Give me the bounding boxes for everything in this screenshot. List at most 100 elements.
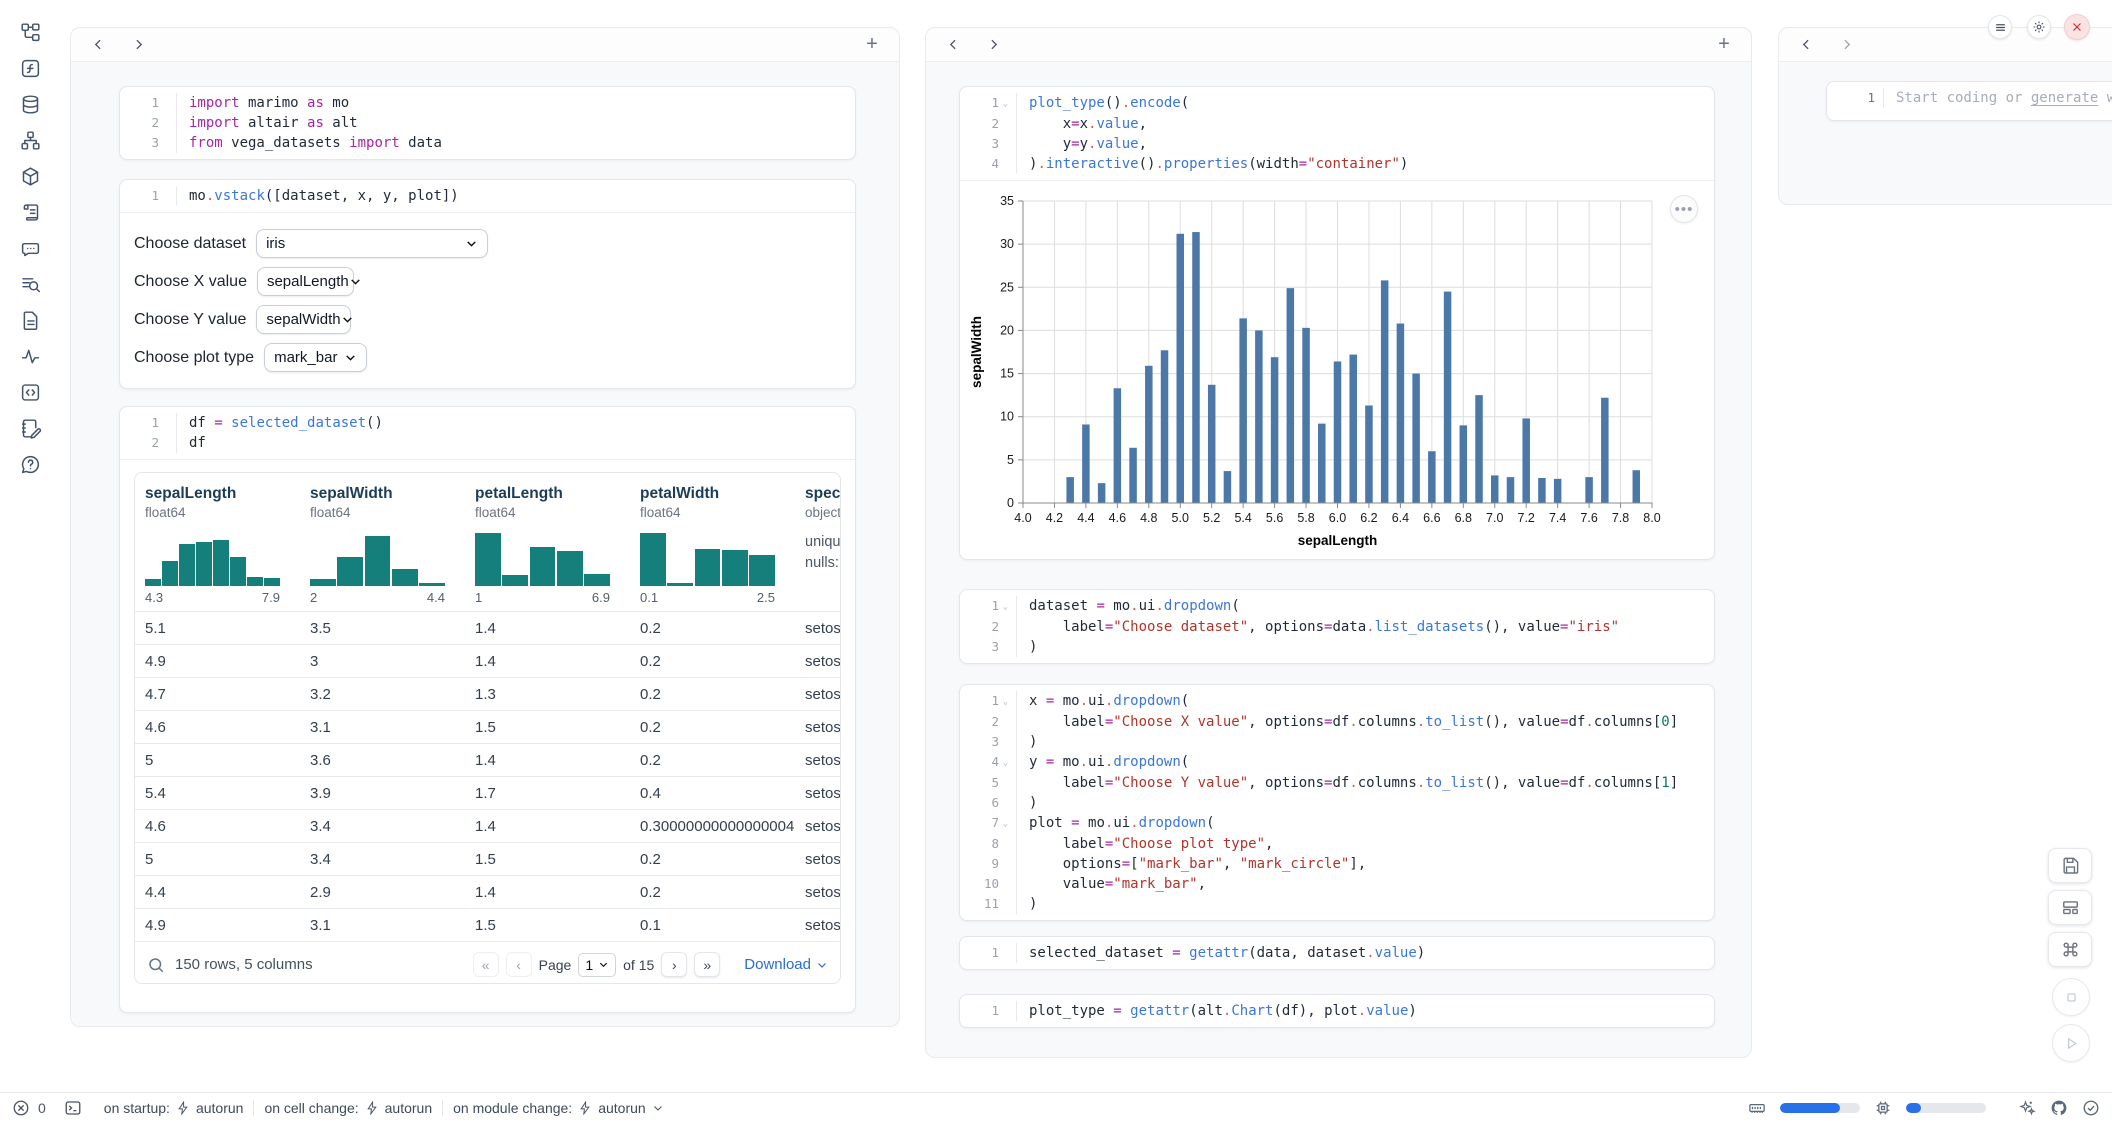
settings-button[interactable] xyxy=(2027,15,2051,39)
code-line[interactable]: label="Choose Y value", options=df.colum… xyxy=(1016,773,1704,793)
code-line[interactable]: dataset = mo.ui.dropdown( xyxy=(1016,596,1704,617)
table-row[interactable]: 53.41.50.2setosa xyxy=(135,842,840,875)
table-row[interactable]: 4.73.21.30.2setosa xyxy=(135,677,840,710)
download-button[interactable]: Download xyxy=(744,956,828,973)
code-line[interactable]: value="mark_bar", xyxy=(1016,874,1704,894)
code-line[interactable]: import marimo as mo xyxy=(176,93,845,113)
table-row[interactable]: 5.43.91.70.4setosa xyxy=(135,776,840,809)
chatbot-icon[interactable] xyxy=(20,238,41,259)
code-line[interactable]: df xyxy=(176,433,845,453)
scroll-icon[interactable] xyxy=(20,202,41,223)
code-editor-imports[interactable]: 1import marimo as mo2import altair as al… xyxy=(120,87,855,159)
code-line[interactable]: ) xyxy=(1016,793,1704,813)
code-line[interactable]: selected_dataset = getattr(data, dataset… xyxy=(1016,943,1704,963)
code-editor-vstack[interactable]: 1mo.vstack([dataset, x, y, plot]) xyxy=(120,180,855,212)
table-row[interactable]: 4.42.91.40.2setosa xyxy=(135,875,840,908)
snippets-icon[interactable] xyxy=(20,382,41,403)
runtime-setting-on-startup[interactable]: on startup:autorun xyxy=(94,1100,254,1116)
code-line[interactable]: ).interactive().properties(width="contai… xyxy=(1016,154,1704,174)
cell-dataset-dropdown[interactable]: 1⌄dataset = mo.ui.dropdown(2 label="Choo… xyxy=(959,589,1715,664)
bar-chart[interactable]: 4.04.24.44.64.85.05.25.45.65.86.06.26.46… xyxy=(960,185,1714,557)
run-all-button[interactable] xyxy=(2052,1024,2090,1062)
code-editor-plot[interactable]: 1⌄plot_type().encode(2 x=x.value,3 y=y.v… xyxy=(960,87,1714,180)
next-page-button[interactable]: › xyxy=(661,952,687,977)
column-next-button[interactable] xyxy=(125,32,151,58)
ai-sparkles-button[interactable] xyxy=(2018,1099,2036,1117)
list-search-icon[interactable] xyxy=(20,274,41,295)
activity-icon[interactable] xyxy=(20,346,41,367)
code-line[interactable]: mo.vstack([dataset, x, y, plot]) xyxy=(176,186,845,206)
code-line[interactable]: label="Choose dataset", options=data.lis… xyxy=(1016,617,1704,637)
last-page-button[interactable]: » xyxy=(694,952,720,977)
ram-usage-meter[interactable] xyxy=(1780,1103,1860,1113)
dependency-graph-icon[interactable] xyxy=(20,130,41,151)
cell-plot[interactable]: 1⌄plot_type().encode(2 x=x.value,3 y=y.v… xyxy=(959,86,1715,560)
code-line[interactable]: x = mo.ui.dropdown( xyxy=(1016,691,1704,712)
github-button[interactable] xyxy=(2050,1099,2068,1117)
code-editor-plot-type[interactable]: 1plot_type = getattr(alt.Chart(df), plot… xyxy=(960,995,1714,1027)
code-line[interactable]: ) xyxy=(1016,637,1704,657)
column-header-sepalWidth[interactable]: sepalWidthfloat6424.4 xyxy=(300,485,465,605)
cell-vstack[interactable]: 1mo.vstack([dataset, x, y, plot]) Choose… xyxy=(119,179,856,389)
table-row[interactable]: 4.931.40.2setosa xyxy=(135,644,840,677)
help-icon[interactable] xyxy=(20,454,41,475)
column-header-petalLength[interactable]: petalLengthfloat6416.9 xyxy=(465,485,630,605)
code-editor-dataframe[interactable]: 1df = selected_dataset()2df xyxy=(120,407,855,459)
choose-x-value-select[interactable]: sepalLength xyxy=(257,267,354,296)
runtime-setting-on-module-change[interactable]: on module change:autorun xyxy=(443,1100,674,1116)
command-palette-button[interactable] xyxy=(2048,932,2092,967)
code-line[interactable]: x=x.value, xyxy=(1016,114,1704,134)
code-line[interactable]: plot_type = getattr(alt.Chart(df), plot.… xyxy=(1016,1001,1704,1021)
cell-imports[interactable]: 1import marimo as mo2import altair as al… xyxy=(119,86,856,160)
code-line[interactable]: ) xyxy=(1016,732,1704,752)
stop-all-button[interactable] xyxy=(2052,978,2090,1016)
column-next-button[interactable] xyxy=(980,32,1006,58)
layout-toggle-button[interactable] xyxy=(2048,890,2092,925)
table-row[interactable]: 4.93.11.50.1setosa xyxy=(135,908,840,941)
first-page-button[interactable]: « xyxy=(473,952,499,977)
code-line[interactable]: df = selected_dataset() xyxy=(176,413,845,433)
code-line[interactable]: y = mo.ui.dropdown( xyxy=(1016,752,1704,773)
code-editor-dataset[interactable]: 1⌄dataset = mo.ui.dropdown(2 label="Choo… xyxy=(960,590,1714,663)
terminal-button[interactable] xyxy=(64,1099,82,1117)
function-square-icon[interactable] xyxy=(20,58,41,79)
column-next-button[interactable] xyxy=(1833,32,1859,58)
column-prev-button[interactable] xyxy=(940,32,966,58)
code-line[interactable]: options=["mark_bar", "mark_circle"], xyxy=(1016,854,1704,874)
choose-dataset-select[interactable]: iris xyxy=(256,229,488,258)
code-line[interactable]: from vega_datasets import data xyxy=(176,133,845,153)
column-prev-button[interactable] xyxy=(1793,32,1819,58)
choose-plot-type-select[interactable]: mark_bar xyxy=(264,343,367,372)
connection-status-icon[interactable] xyxy=(2082,1099,2100,1117)
code-line[interactable]: label="Choose plot type", xyxy=(1016,834,1704,854)
cpu-usage-meter[interactable] xyxy=(1906,1103,1986,1113)
column-header-sepalLength[interactable]: sepalLengthfloat644.37.9 xyxy=(135,485,300,605)
code-line[interactable]: y=y.value, xyxy=(1016,134,1704,154)
choose-y-value-select[interactable]: sepalWidth xyxy=(256,305,351,334)
table-row[interactable]: 53.61.40.2setosa xyxy=(135,743,840,776)
close-app-button[interactable] xyxy=(2064,14,2090,40)
cell-plot-type[interactable]: 1plot_type = getattr(alt.Chart(df), plot… xyxy=(959,994,1715,1028)
code-editor-xy[interactable]: 1⌄x = mo.ui.dropdown(2 label="Choose X v… xyxy=(960,685,1714,920)
save-button[interactable] xyxy=(2048,848,2092,883)
table-row[interactable]: 4.63.41.40.30000000000000004setosa xyxy=(135,809,840,842)
database-icon[interactable] xyxy=(20,94,41,115)
code-editor-selected-dataset[interactable]: 1selected_dataset = getattr(data, datase… xyxy=(960,937,1714,969)
column-header-petalWidth[interactable]: petalWidthfloat640.12.5 xyxy=(630,485,795,605)
table-row[interactable]: 5.13.51.40.2setosa xyxy=(135,611,840,644)
scratchpad-icon[interactable] xyxy=(20,418,41,439)
code-line[interactable]: ) xyxy=(1016,894,1704,914)
file-tree-icon[interactable] xyxy=(20,22,41,43)
cell-xy-dropdowns[interactable]: 1⌄x = mo.ui.dropdown(2 label="Choose X v… xyxy=(959,684,1715,921)
column-prev-button[interactable] xyxy=(85,32,111,58)
code-line[interactable]: label="Choose X value", options=df.colum… xyxy=(1016,712,1704,732)
column-header-species[interactable]: speciesobjectunique:nulls: xyxy=(795,485,840,605)
add-cell-button[interactable]: + xyxy=(859,32,885,58)
package-icon[interactable] xyxy=(20,166,41,187)
runtime-setting-on-cell-change[interactable]: on cell change:autorun xyxy=(254,1100,442,1116)
code-line[interactable]: import altair as alt xyxy=(176,113,845,133)
errors-button[interactable] xyxy=(12,1099,30,1117)
cell-dataframe[interactable]: 1df = selected_dataset()2df sepalLengthf… xyxy=(119,406,856,1013)
code-line[interactable]: plot = mo.ui.dropdown( xyxy=(1016,813,1704,834)
empty-cell-editor[interactable]: 1 Start coding or generate with AI xyxy=(1827,82,2112,114)
